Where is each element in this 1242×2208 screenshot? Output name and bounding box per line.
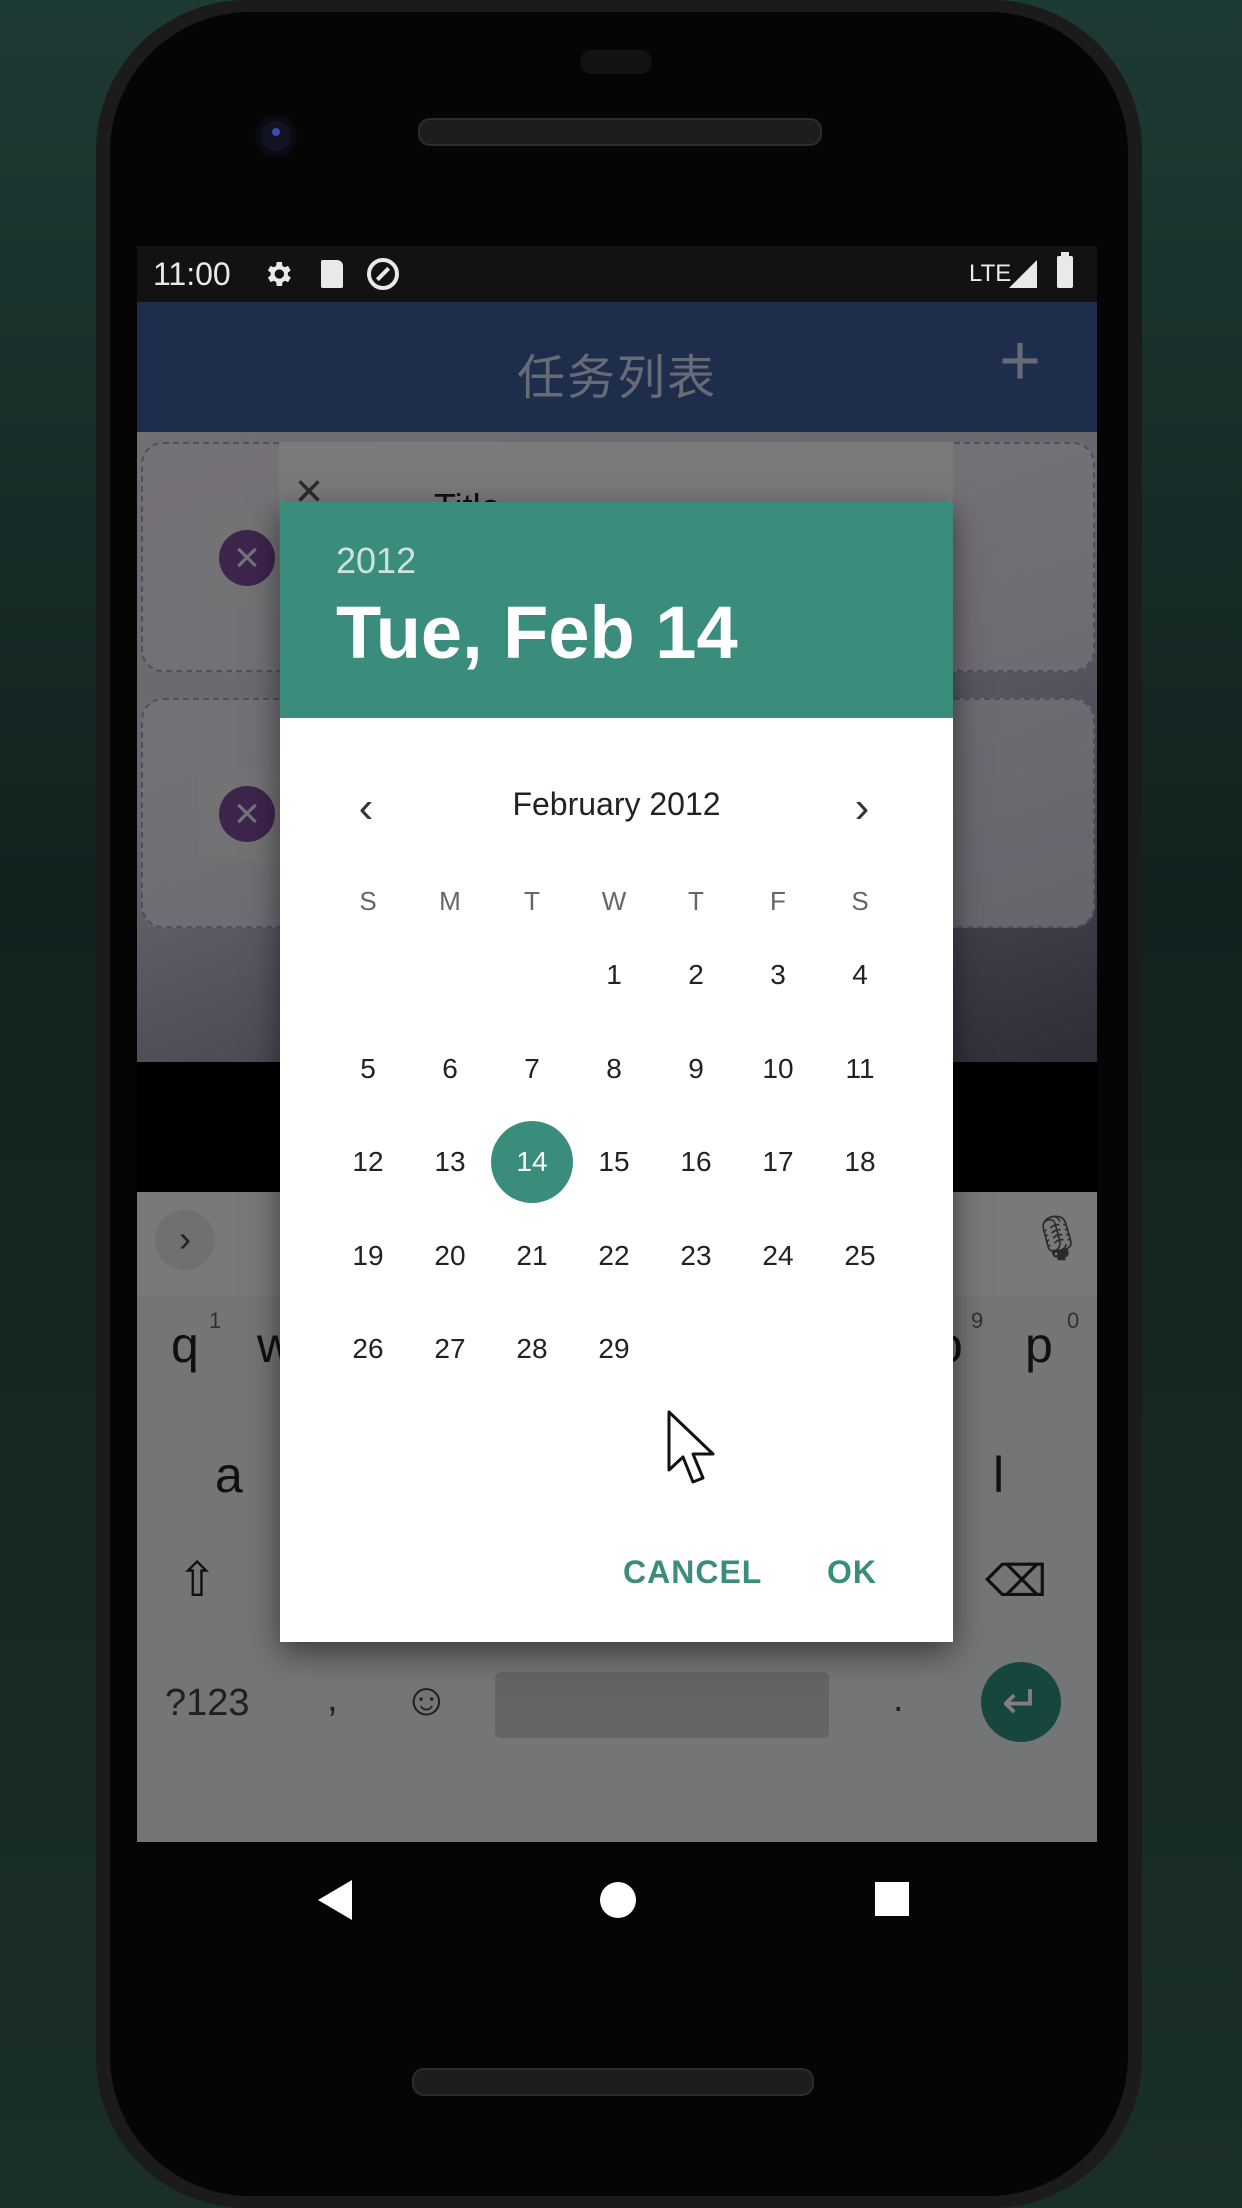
calendar-day[interactable]: 8	[573, 1028, 655, 1110]
status-bar: 11:00 LTE	[137, 246, 1097, 302]
weekday-label: S	[359, 886, 377, 916]
home-icon[interactable]	[600, 1882, 636, 1918]
signal-icon	[1009, 260, 1037, 288]
weekday-label: M	[439, 886, 461, 916]
calendar-day[interactable]: 17	[737, 1121, 819, 1203]
calendar-day[interactable]: 15	[573, 1121, 655, 1203]
status-time: 11:00	[153, 256, 231, 292]
calendar-day[interactable]: 22	[573, 1215, 655, 1297]
calendar-day[interactable]: 28	[491, 1308, 573, 1390]
calendar-day[interactable]: 23	[655, 1215, 737, 1297]
calendar-day[interactable]: 21	[491, 1215, 573, 1297]
calendar-day[interactable]: 20	[409, 1215, 491, 1297]
screen: 11:00 LTE 任务列表 + × × × Title › 🎙	[137, 246, 1097, 1842]
weekday-label: S	[851, 886, 869, 916]
network-type: LTE	[969, 260, 1012, 287]
calendar-day[interactable]: 7	[491, 1028, 573, 1110]
gear-icon	[267, 262, 291, 286]
calendar-day[interactable]: 6	[409, 1028, 491, 1110]
weekday-label: F	[770, 886, 786, 916]
header-year[interactable]: 2012	[336, 540, 416, 582]
weekday-label: W	[601, 886, 627, 916]
header-selected-date[interactable]: Tue, Feb 14	[336, 590, 738, 675]
weekday-label: T	[524, 886, 540, 916]
calendar-day[interactable]: 3	[737, 934, 819, 1016]
calendar-day[interactable]: 1	[573, 934, 655, 1016]
do-not-disturb-icon	[367, 258, 399, 290]
calendar-day[interactable]: 10	[737, 1028, 819, 1110]
calendar-day-selected[interactable]: 14	[491, 1121, 573, 1203]
chevron-right-icon[interactable]: ›	[832, 778, 892, 838]
calendar-day[interactable]: 11	[819, 1028, 901, 1110]
calendar-day[interactable]: 18	[819, 1121, 901, 1203]
calendar-day[interactable]: 5	[327, 1028, 409, 1110]
bottom-speaker	[412, 2068, 814, 2096]
cancel-button[interactable]: CANCEL	[623, 1554, 762, 1591]
back-icon[interactable]	[318, 1880, 352, 1920]
calendar-day[interactable]: 19	[327, 1215, 409, 1297]
calendar-day[interactable]: 26	[327, 1308, 409, 1390]
calendar-day[interactable]: 16	[655, 1121, 737, 1203]
calendar-day[interactable]: 2	[655, 934, 737, 1016]
calendar-day[interactable]: 13	[409, 1121, 491, 1203]
mouse-cursor-icon	[667, 1410, 715, 1484]
phone-notch	[580, 50, 652, 74]
front-camera	[255, 115, 297, 157]
battery-icon	[1057, 252, 1073, 288]
weekday-label: T	[688, 886, 704, 916]
date-picker-dialog: 2012 Tue, Feb 14 ‹ February 2012 › SMTWT…	[280, 502, 953, 1642]
calendar-day[interactable]: 24	[737, 1215, 819, 1297]
calendar-day[interactable]: 9	[655, 1028, 737, 1110]
ok-button[interactable]: OK	[827, 1554, 877, 1591]
calendar-day[interactable]: 12	[327, 1121, 409, 1203]
earpiece-speaker	[418, 118, 822, 146]
calendar-day[interactable]: 27	[409, 1308, 491, 1390]
calendar-day[interactable]: 29	[573, 1308, 655, 1390]
calendar-day[interactable]: 25	[819, 1215, 901, 1297]
calendar-day[interactable]: 4	[819, 934, 901, 1016]
recents-icon[interactable]	[875, 1882, 909, 1916]
sd-card-icon	[317, 258, 349, 290]
date-picker-header: 2012 Tue, Feb 14	[280, 502, 953, 718]
